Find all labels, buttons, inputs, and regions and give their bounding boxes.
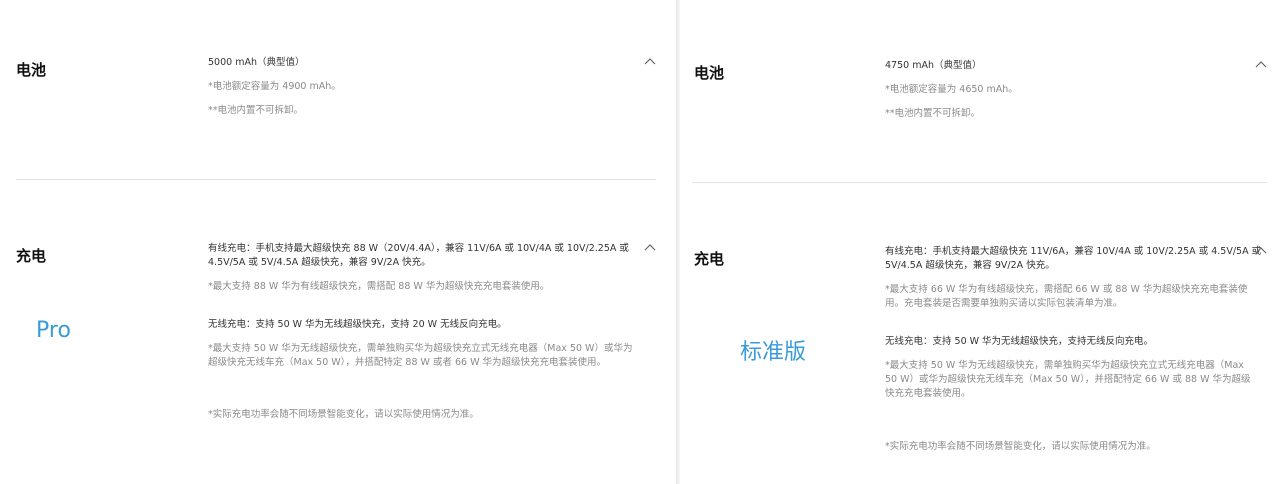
model-label: Pro [36,318,71,343]
battery-title: 电池 [16,61,47,79]
charging-footnote: *实际充电功率会随不同场景智能变化，请以实际使用情况为准。 [885,441,1156,452]
wired-charging-text: 有线充电：手机支持最大超级快充 11V/6A，兼容 10V/4A 或 10V/2… [885,246,1262,257]
wired-charging-text: 5V/4.5A 超级快充，兼容 9V/2A 快充。 [885,260,1055,271]
battery-title: 电池 [694,64,725,82]
charging-footnote: *实际充电功率会随不同场景智能变化，请以实际使用情况为准。 [208,409,479,420]
wireless-charging-note: 快充充电套装使用。 [885,388,971,399]
wireless-charging-note: 50 W）或华为超级快充无线车充（Max 50 W），并搭配特定 66 W 或 … [885,374,1251,385]
wireless-charging-text: 无线充电：支持 50 W 华为无线超级快充，支持 20 W 无线反向充电。 [208,319,507,330]
section-divider [692,182,1267,183]
wireless-charging-note: *最大支持 50 W 华为无线超级快充，需单独购买华为超级快充立式无线充电器（M… [208,343,633,354]
wireless-charging-note: 超级快充无线车充（Max 50 W），并搭配特定 88 W 或者 66 W 华为… [208,357,606,368]
chevron-up-icon[interactable] [644,57,656,65]
wired-charging-text: 4.5V/5A 或 5V/4.5A 超级快充，兼容 9V/2A 快充。 [208,257,431,268]
spec-panel-standard: 电池 4750 mAh（典型值） *电池额定容量为 4650 mAh。 **电池… [680,0,1280,484]
chevron-up-icon[interactable] [1255,246,1267,254]
wired-charging-note: *最大支持 88 W 华为有线超级快充，需搭配 88 W 华为超级快充充电套装使… [208,281,550,292]
section-divider [16,179,656,180]
wired-charging-note: *最大支持 66 W 华为有线超级快充，需搭配 66 W 或 88 W 华为超级… [885,284,1248,295]
battery-capacity: 4750 mAh（典型值） [885,60,982,71]
spec-panel-pro: 电池 5000 mAh（典型值） *电池额定容量为 4900 mAh。 **电池… [0,0,676,484]
charging-title: 充电 [694,250,725,268]
battery-note: *电池额定容量为 4900 mAh。 [208,81,341,92]
wired-charging-text: 有线充电：手机支持最大超级快充 88 W（20V/4.4A），兼容 11V/6A… [208,243,629,254]
wireless-charging-note: *最大支持 50 W 华为无线超级快充，需单独购买华为超级快充立式无线充电器（M… [885,360,1244,371]
battery-note: **电池内置不可拆卸。 [885,108,981,119]
chevron-up-icon[interactable] [1255,60,1267,68]
battery-capacity: 5000 mAh（典型值） [208,57,305,68]
charging-title: 充电 [16,247,47,265]
chevron-up-icon[interactable] [644,243,656,251]
model-label: 标准版 [740,340,807,365]
wireless-charging-text: 无线充电：支持 50 W 华为无线超级快充，支持无线反向充电。 [885,336,1154,347]
battery-note: **电池内置不可拆卸。 [208,105,304,116]
wired-charging-note: 用。充电套装是否需要单独购买请以实际包装清单为准。 [885,298,1123,309]
battery-note: *电池额定容量为 4650 mAh。 [885,84,1018,95]
